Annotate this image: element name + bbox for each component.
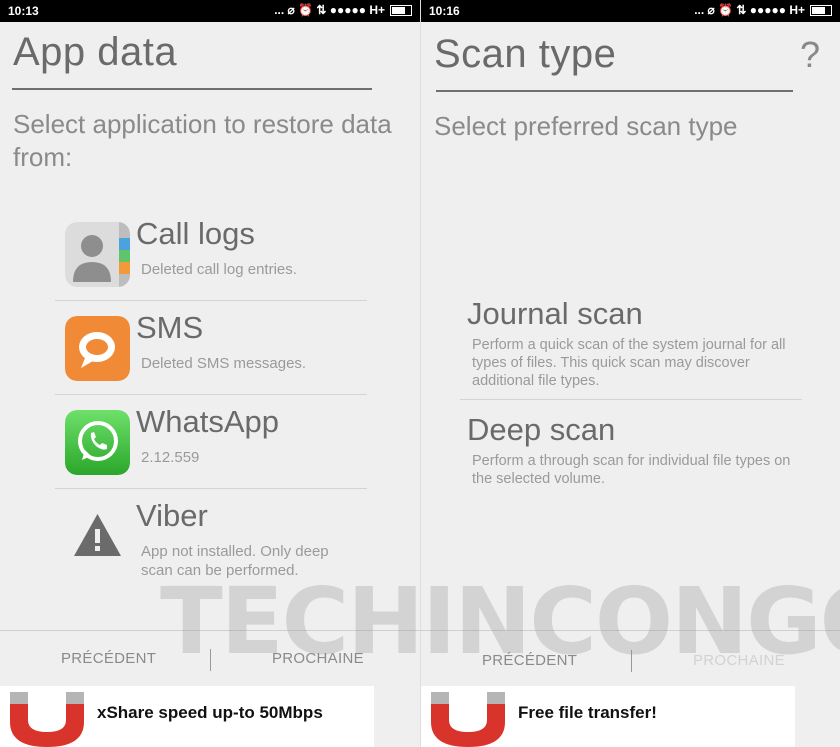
sms-icon — [65, 316, 130, 381]
title-divider — [12, 88, 372, 90]
battery-icon — [810, 4, 832, 16]
status-indicators: ... ⌀ ⏰ ⇅ ●●●●● H+ — [694, 3, 805, 17]
app-description: Deleted call log entries. — [141, 261, 297, 278]
magnet-icon — [10, 692, 84, 747]
app-name: Viber — [136, 498, 208, 533]
page-title: Scan type — [434, 32, 617, 76]
scan-name: Journal scan — [467, 296, 643, 331]
scan-option-journal[interactable]: Journal scan Perform a quick scan of the… — [460, 296, 802, 390]
battery-icon — [390, 4, 412, 16]
status-icons: ... ⌀ ⏰ ⇅ ●●●●● H+ — [694, 3, 832, 17]
status-icons: ... ⌀ ⏰ ⇅ ●●●●● H+ — [274, 3, 412, 17]
page-title: App data — [13, 30, 178, 74]
app-description: 2.12.559 — [141, 449, 200, 466]
warning-icon — [74, 514, 121, 556]
list-divider — [55, 394, 367, 395]
page-subtitle: Select application to restore data from: — [13, 109, 392, 172]
app-description: Deleted SMS messages. — [141, 355, 307, 372]
page-subtitle: Select preferred scan type — [434, 111, 738, 141]
app-item-sms[interactable]: SMS Deleted SMS messages. — [55, 302, 367, 395]
ad-text: xShare speed up-to 50Mbps — [97, 703, 323, 722]
app-item-call-logs[interactable]: Call logs Deleted call log entries. — [55, 208, 367, 301]
magnet-icon — [431, 692, 505, 747]
ad-text: Free file transfer! — [518, 703, 657, 722]
scan-name: Deep scan — [467, 412, 616, 447]
ad-banner[interactable]: Free file transfer! — [421, 686, 795, 747]
contacts-icon — [65, 222, 130, 287]
watermark: TECHINCONGO.NET — [160, 568, 840, 675]
app-name: SMS — [136, 310, 204, 345]
status-time: 10:13 — [8, 4, 39, 18]
ad-banner[interactable]: xShare speed up-to 50Mbps — [0, 686, 374, 747]
previous-button[interactable]: PRÉCÉDENT — [61, 650, 156, 667]
help-button[interactable]: ? — [800, 34, 820, 76]
scan-option-deep[interactable]: Deep scan Perform a through scan for ind… — [460, 412, 802, 488]
status-indicators: ... ⌀ ⏰ ⇅ ●●●●● H+ — [274, 3, 385, 17]
app-name: WhatsApp — [136, 404, 280, 439]
status-bar: 10:13 ... ⌀ ⏰ ⇅ ●●●●● H+ — [0, 0, 420, 22]
scan-description: Perform a through scan for individual fi… — [472, 453, 791, 487]
list-divider — [55, 300, 367, 301]
status-time: 10:16 — [429, 4, 460, 18]
status-bar: 10:16 ... ⌀ ⏰ ⇅ ●●●●● H+ — [421, 0, 840, 22]
list-divider — [460, 399, 802, 400]
list-divider — [55, 488, 367, 489]
app-name: Call logs — [136, 216, 255, 251]
whatsapp-icon — [65, 410, 130, 475]
scan-description: Perform a quick scan of the system journ… — [472, 337, 786, 389]
title-divider — [436, 90, 793, 92]
app-item-whatsapp[interactable]: WhatsApp 2.12.559 — [55, 396, 367, 489]
